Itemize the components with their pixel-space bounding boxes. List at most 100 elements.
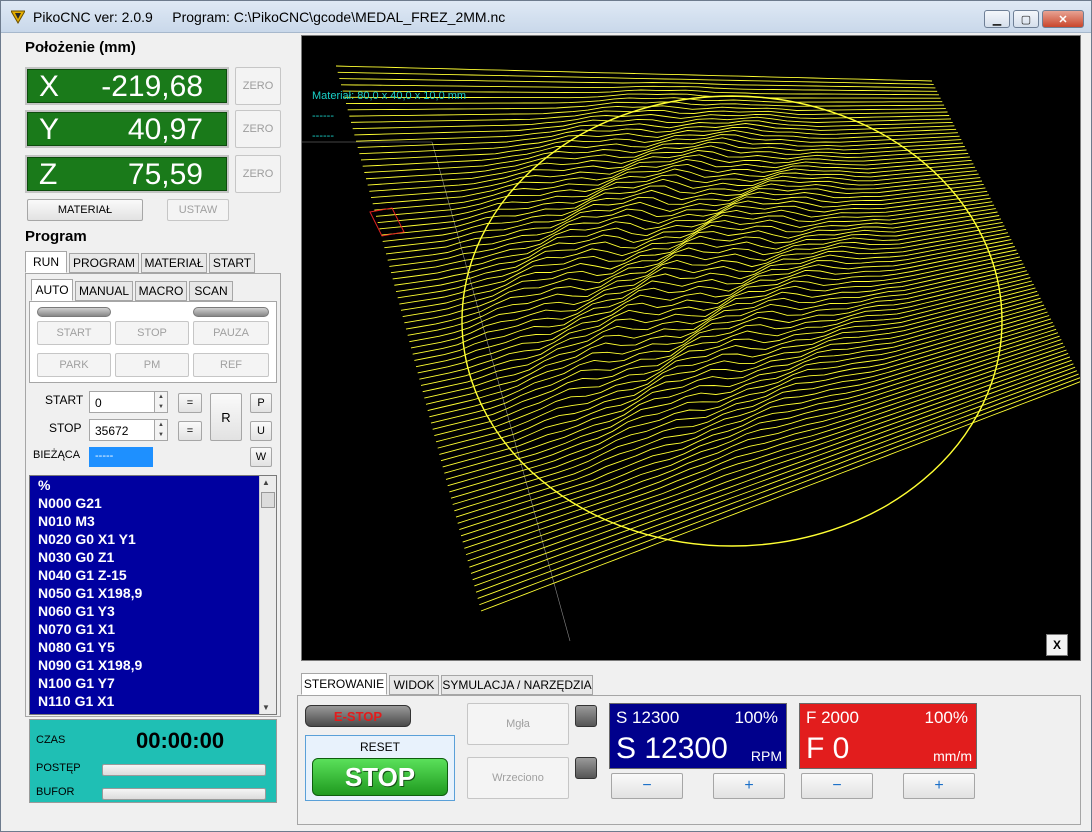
subtab-auto[interactable]: AUTO: [31, 279, 73, 301]
gcode-line[interactable]: N050 G1 X198,9: [38, 584, 258, 602]
toolpath-line: [479, 377, 1080, 606]
gcode-line[interactable]: N040 G1 Z-15: [38, 566, 258, 584]
gcode-line[interactable]: N060 G1 Y3: [38, 602, 258, 620]
zero-y-button[interactable]: ZERO: [235, 110, 281, 148]
main-window: PikoCNC ver: 2.0.9 Program: C:\PikoCNC\g…: [0, 0, 1092, 832]
r-button[interactable]: R: [210, 393, 242, 441]
feed-minus-button[interactable]: −: [801, 773, 873, 799]
e-stop-button[interactable]: E-STOP: [305, 705, 411, 727]
zero-z-button[interactable]: ZERO: [235, 155, 281, 193]
zero-x-button[interactable]: ZERO: [235, 67, 281, 105]
stop-button[interactable]: STOP: [115, 321, 189, 345]
position-heading: Położenie (mm): [25, 39, 136, 56]
bottom-panel: STEROWANIE WIDOK SYMULACJA / NARZĘDZIA E…: [297, 673, 1083, 827]
subtab-macro[interactable]: MACRO: [135, 281, 187, 301]
subtab-scan[interactable]: SCAN: [189, 281, 233, 301]
tab-widok[interactable]: WIDOK: [389, 675, 439, 695]
spindle-plus-button[interactable]: +: [713, 773, 785, 799]
gcode-line[interactable]: N100 G1 Y7: [38, 674, 258, 692]
x-axis-value: -219,68: [101, 70, 203, 103]
toolpath-line: [467, 352, 1069, 562]
toolpath-line: [447, 311, 1048, 487]
start-line-input[interactable]: 0: [89, 391, 155, 413]
tab-program[interactable]: PROGRAM: [69, 253, 139, 273]
stop-line-spinner[interactable]: ▲ ▼: [154, 419, 168, 441]
pm-button[interactable]: PM: [115, 353, 189, 377]
ref-button[interactable]: REF: [193, 353, 269, 377]
close-button[interactable]: ✕: [1042, 10, 1084, 28]
run-status-box: CZAS 00:00:00 POSTĘP BUFOR: [29, 719, 277, 803]
spindle-minus-button[interactable]: −: [611, 773, 683, 799]
scroll-down-icon[interactable]: ▼: [262, 703, 270, 712]
maximize-button[interactable]: ▢: [1013, 10, 1039, 28]
tab-sterowanie[interactable]: STEROWANIE: [301, 673, 387, 695]
status-indicator-left: [37, 307, 111, 317]
spindle-override: 100%: [734, 708, 778, 727]
toolpath-line: [475, 370, 1077, 593]
x-axis-label: X: [39, 70, 60, 103]
minimize-icon: ▁: [992, 13, 1002, 26]
wrzeciono-button[interactable]: Wrzeciono: [467, 757, 569, 799]
viewport-close-button[interactable]: X: [1046, 634, 1068, 656]
toolpath-line: [480, 381, 1080, 612]
title-bar: PikoCNC ver: 2.0.9 Program: C:\PikoCNC\g…: [1, 1, 1091, 33]
toolpath-line: [384, 180, 983, 249]
park-button[interactable]: PARK: [37, 353, 111, 377]
czas-value: 00:00:00: [136, 728, 225, 753]
gcode-line[interactable]: N020 G0 X1 Y1: [38, 530, 258, 548]
window-title: PikoCNC ver: 2.0.9 Program: C:\PikoCNC\g…: [33, 9, 506, 25]
pauza-button[interactable]: PAUZA: [193, 321, 269, 345]
y-axis-value: 40,97: [127, 113, 203, 146]
subtab-manual[interactable]: MANUAL: [75, 281, 133, 301]
gcode-line[interactable]: N080 G1 Y5: [38, 638, 258, 656]
toolpath-line: [377, 166, 976, 224]
tab-symulacja[interactable]: SYMULACJA / NARZĘDZIA: [441, 675, 593, 695]
reset-stop-group: RESET STOP: [305, 735, 455, 801]
minimize-button[interactable]: ▁: [984, 10, 1010, 28]
wrzeciono-indicator: [575, 757, 597, 779]
stop-line-input[interactable]: 35672: [89, 419, 155, 441]
toolpath-line: [477, 373, 1079, 599]
start-equals-button[interactable]: =: [178, 393, 202, 413]
spindle-setpoint: S 12300: [616, 708, 680, 727]
gcode-line[interactable]: N120 G1 Y9: [38, 710, 258, 714]
tab-material[interactable]: MATERIAŁ: [141, 253, 207, 273]
toolpath-viewport[interactable]: Materiał: 80,0 x 40,0 x 10,0 mm ------ -…: [301, 35, 1081, 661]
stop-equals-button[interactable]: =: [178, 421, 202, 441]
toolpath-line: [459, 335, 1060, 530]
gcode-line[interactable]: N000 G21: [38, 494, 258, 512]
u-button[interactable]: U: [250, 421, 272, 441]
mgla-button[interactable]: Mgła: [467, 703, 569, 745]
material-button[interactable]: MATERIAŁ: [27, 199, 143, 221]
gcode-line[interactable]: N030 G0 Z1: [38, 548, 258, 566]
feed-plus-button[interactable]: +: [903, 773, 975, 799]
tab-run[interactable]: RUN: [25, 251, 67, 273]
toolpath-line: [404, 221, 1003, 324]
gcode-scrollbar[interactable]: ▲ ▼: [259, 476, 276, 714]
gcode-listing[interactable]: % N000 G21 N010 M3 N020 G0 X1 Y1 N030 G0 Z1 N…: [29, 475, 277, 715]
toolpath-line: [369, 149, 967, 192]
gcode-line[interactable]: N070 G1 X1: [38, 620, 258, 638]
start-button[interactable]: START: [37, 321, 111, 345]
gcode-line[interactable]: %: [38, 476, 258, 494]
gcode-line[interactable]: N010 M3: [38, 512, 258, 530]
toolpath-line: [364, 137, 962, 173]
p-button[interactable]: P: [250, 393, 272, 413]
ustaw-button[interactable]: USTAW: [167, 199, 229, 221]
w-button[interactable]: W: [250, 447, 272, 467]
toolpath-line: [392, 197, 991, 280]
toolpath-line: [420, 256, 1020, 386]
tab-start[interactable]: START: [209, 253, 255, 273]
gcode-line[interactable]: N090 G1 X198,9: [38, 656, 258, 674]
toolpath-line: [472, 363, 1074, 581]
scroll-up-icon[interactable]: ▲: [262, 478, 270, 487]
start-line-label: START: [45, 393, 84, 407]
scroll-thumb[interactable]: [261, 492, 275, 508]
y-axis-label: Y: [39, 113, 60, 146]
stop-machine-button[interactable]: STOP: [312, 758, 448, 796]
start-line-spinner[interactable]: ▲ ▼: [154, 391, 168, 413]
toolpath-canvas: [302, 65, 1080, 642]
toolpath-line: [432, 280, 1033, 430]
z-axis-value: 75,59: [127, 158, 203, 191]
gcode-line[interactable]: N110 G1 X1: [38, 692, 258, 710]
